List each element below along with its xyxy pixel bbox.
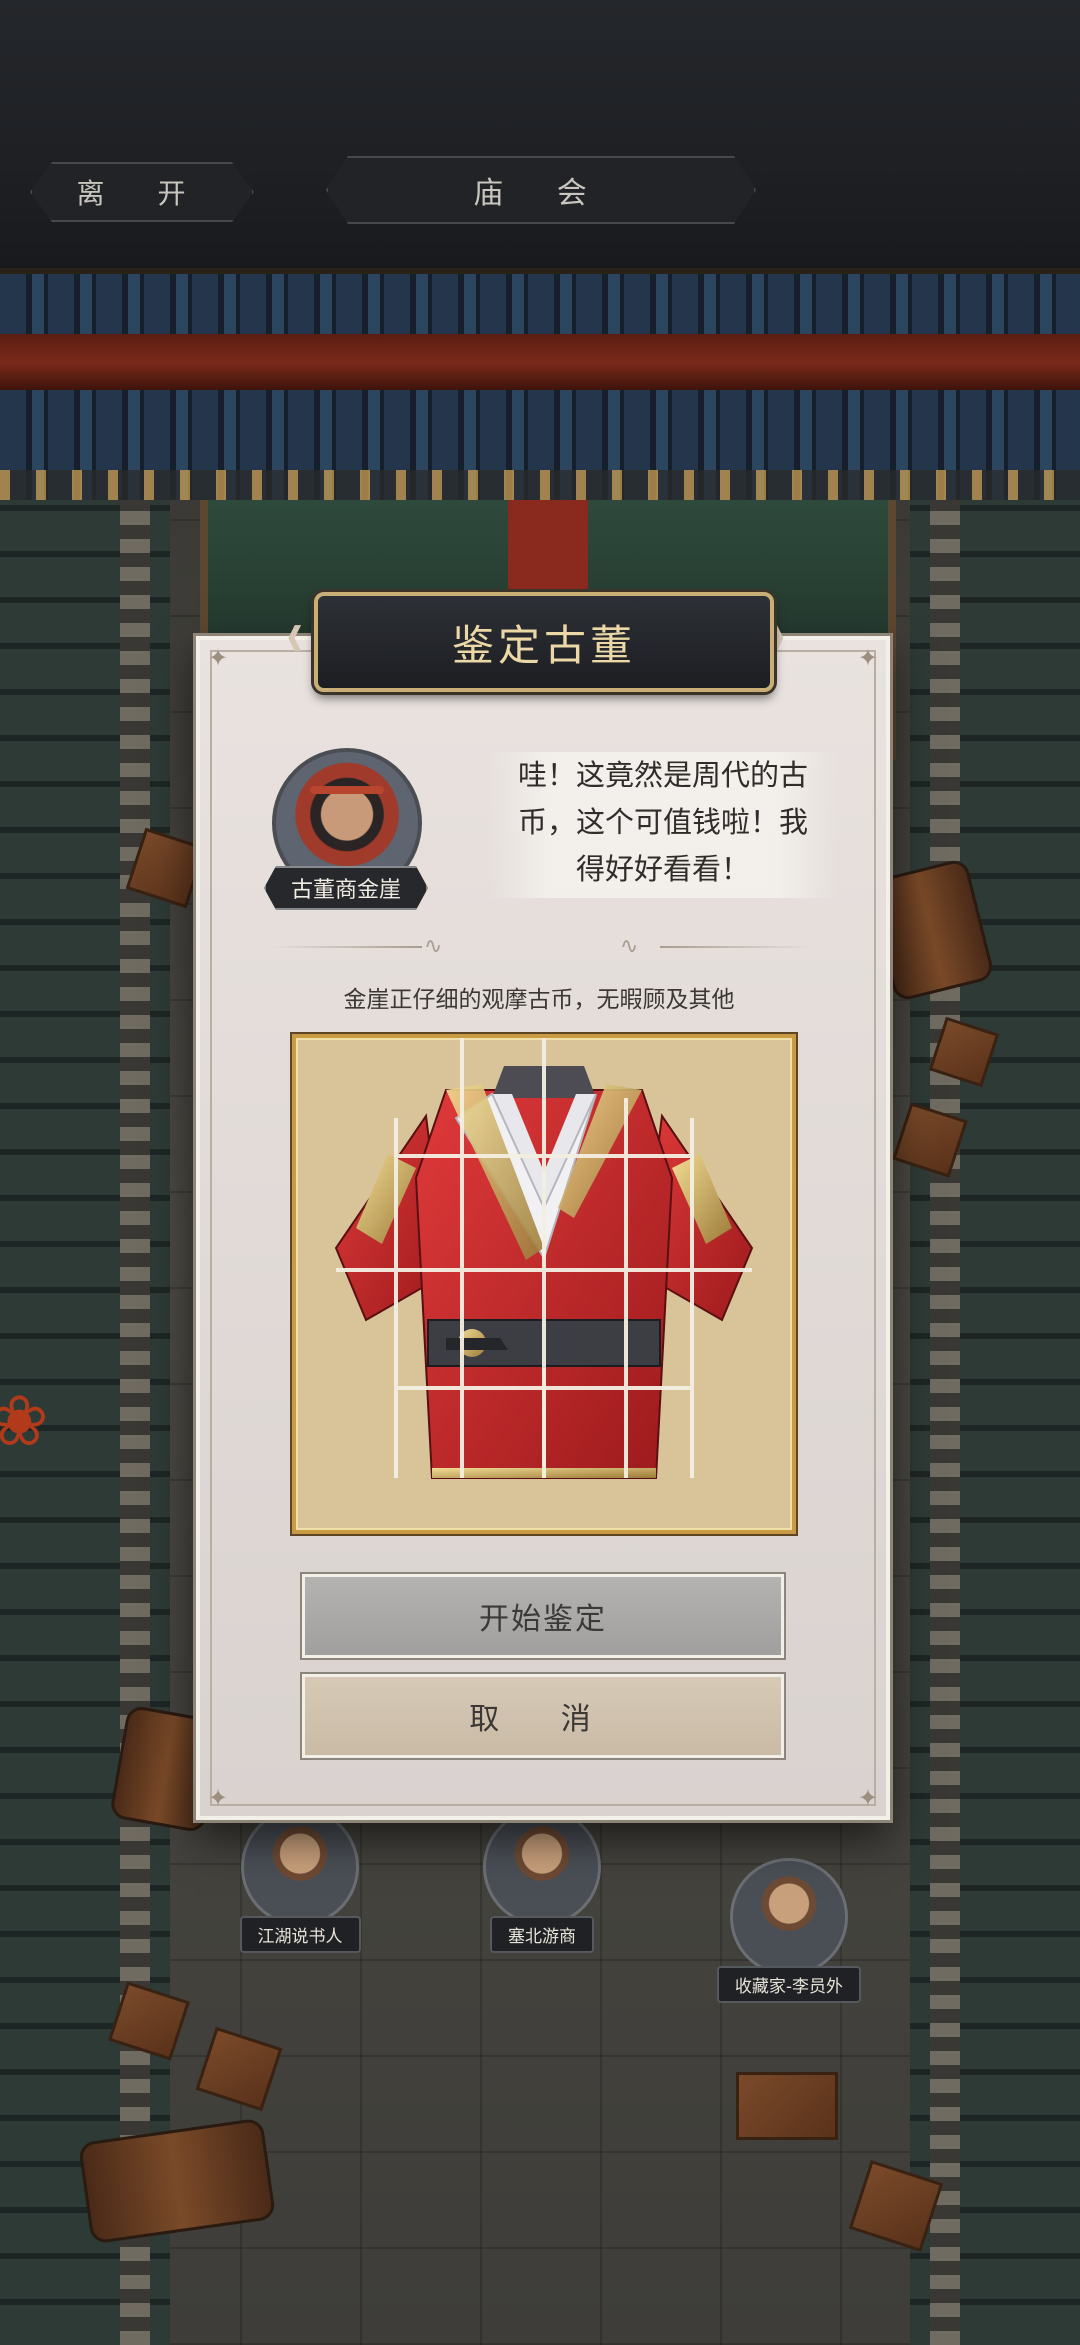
roof-beam [0, 334, 1080, 390]
dialog-title: 鉴定古董 [314, 592, 774, 692]
leave-button[interactable]: 离 开 [30, 162, 254, 222]
npc-name: 收藏家-李员外 [716, 1966, 862, 2003]
top-bar: 离 开 庙 会 [0, 0, 1080, 268]
headband [310, 786, 384, 794]
npc-avatar [730, 1858, 848, 1976]
speech-line: 得好好看看！ [575, 852, 750, 886]
location-title: 庙 会 [326, 156, 756, 224]
status-caption: 金崖正仔细的观摩古币，无暇顾及其他 [343, 987, 735, 1013]
npc-name: 江湖说书人 [239, 1916, 361, 1953]
maple-leaf: ❀ [0, 1380, 49, 1462]
right-wall [910, 500, 1080, 2345]
divider-left [272, 946, 422, 948]
corner-ornament: ✦ [857, 1784, 878, 1812]
corner-ornament: ✦ [857, 644, 878, 672]
divider-right [660, 946, 810, 948]
scroll-ornament: ∿ [424, 934, 443, 959]
puzzle-board[interactable] [292, 1034, 796, 1534]
npc-avatar [483, 1808, 601, 1926]
corner-ornament: ✦ [208, 644, 229, 672]
npc-northern-merchant[interactable]: 塞北游商 [472, 1808, 612, 1953]
npc-storyteller[interactable]: 江湖说书人 [230, 1808, 370, 1953]
npc-name-tag: 古董商金崖 [264, 866, 428, 910]
speech-line: 币，这个可值钱啦！我 [517, 805, 808, 839]
robe-image [334, 1038, 754, 1479]
start-appraisal-button[interactable]: 开始鉴定 [302, 1574, 784, 1658]
speech-bubble: 哇！这竟然是周代的古 币，这个可值钱啦！我 得好好看看！ [488, 752, 838, 898]
crate [736, 2072, 838, 2140]
scroll-ornament: ∿ [620, 934, 639, 959]
corner-ornament: ✦ [208, 1784, 229, 1812]
npc-avatar [241, 1808, 359, 1926]
cancel-button[interactable]: 取 消 [302, 1674, 784, 1758]
speech-line: 哇！这竟然是周代的古 [517, 758, 808, 792]
npc-name: 塞北游商 [490, 1916, 594, 1953]
game-scene: 离 开 庙 会 ❀ 江湖说书人 塞北游商 收藏家-李员外 ✦ ✦ ✦ ✦ ❰ ❱… [0, 0, 1080, 2345]
roof-edge [0, 470, 1080, 500]
npc-collector[interactable]: 收藏家-李员外 [714, 1858, 864, 2003]
